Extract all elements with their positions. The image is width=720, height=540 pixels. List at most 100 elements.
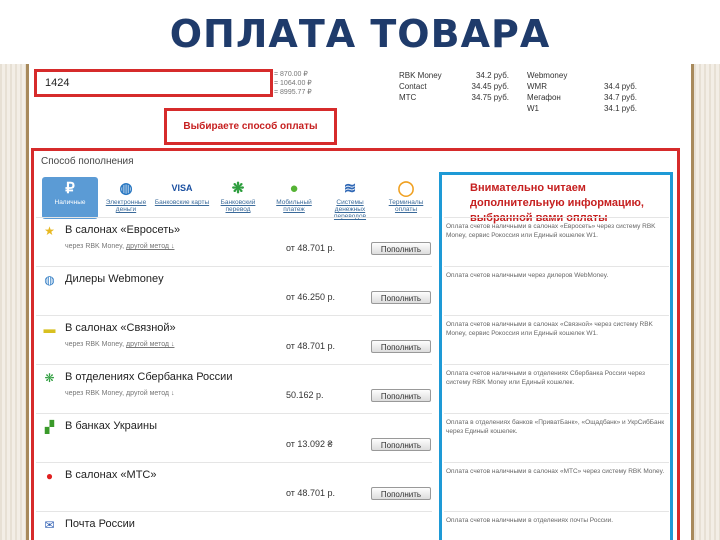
method-label: Мобильный платеж [276,199,312,213]
method-label: Наличные [54,199,86,206]
top-up-button[interactable]: Пополнить [371,340,431,353]
method-tabs: ₽ Наличные ◍ Электронные деньги VISA Банковск… [42,177,434,220]
webmoney-icon: ◍ [44,273,55,287]
payment-option-row: ❋ В отделениях Сбербанка России через RBK … [36,364,432,413]
rate-name: Мегафон [527,93,561,102]
method-tab[interactable]: ≋ Системы денежных переводов [322,177,378,220]
payment-options-list: ★ В салонах «Евросеть» через RBK Money, др… [36,217,432,540]
rate-line: = 870.00 ₽ [274,71,308,78]
option-amount: от 48.701 р. [286,488,335,498]
option-description: Оплата в отделениях банков «ПриватБанк»,… [446,419,665,435]
option-title: В отделениях Сбербанка России [65,371,233,383]
rate-value: 34.1 руб. [603,104,637,113]
payment-option-row: ★ В салонах «Евросеть» через RBK Money, др… [36,217,432,266]
top-up-button[interactable]: Пополнить [371,291,431,304]
top-up-button[interactable]: Пополнить [371,389,431,402]
mts-icon: ● [45,469,54,483]
frame-right-border [691,64,720,540]
payment-option-row: ◍ Дилеры Webmoney от 46.250 р. Пополнить [36,266,432,315]
option-subtitle: через RBK Money, другой метод ↓ [65,243,175,250]
rate-table-left: RBK Money 34.2 руб. Contact 34.45 руб. МТС… [399,70,509,103]
top-up-button[interactable]: Пополнить [371,242,431,255]
option-title: Дилеры Webmoney [65,273,164,285]
other-method-link[interactable]: другой метод ↓ [126,243,174,250]
option-description: Оплата счетов наличными через дилеров We… [446,272,609,279]
ruble-icon: ₽ [65,180,75,197]
rate-name: МТС [399,93,417,102]
option-amount: от 48.701 р. [286,341,335,351]
rate-table-right: Webmoney WMR 34.4 руб. Мегафон 34.7 руб. W… [527,70,637,114]
payment-option-row: ✉ Почта России [36,511,432,540]
option-description: Оплата счетов наличными в салонах «Связн… [446,321,653,337]
divider [444,364,669,365]
method-label: Банковские карты [154,199,210,206]
method-tab[interactable]: ❋ Банковский перевод [210,177,266,219]
rate-value: 34.4 руб. [603,82,637,91]
payment-option-row: ▞ В банках Украины от 13.092 ₴ Пополнить [36,413,432,462]
option-amount: 50.162 р. [286,390,324,400]
sberbank-row-icon: ❋ [44,371,55,385]
rate-value: 34.45 руб. [471,82,510,91]
rate-value: 34.75 руб. [471,93,510,102]
transfer-icon: ≋ [343,180,357,197]
divider [444,462,669,463]
rate-value: 34.2 руб. [475,71,509,80]
method-label: Банковский перевод [220,199,256,213]
divider [444,266,669,267]
svyaznoy-icon: ▬ [43,322,56,336]
option-title: В банках Украины [65,420,158,432]
method-tab[interactable]: ● Мобильный платеж [266,177,322,219]
top-up-button[interactable]: Пополнить [371,487,431,500]
rate-name: Webmoney WMR [527,71,568,91]
rate-line: = 1064.00 ₽ [274,80,312,87]
sms-icon: ● [289,180,299,197]
option-amount: от 46.250 р. [286,292,335,302]
option-amount: от 13.092 ₴ [286,439,333,449]
slide-title: ОПЛАТА ТОВАРА [169,12,551,56]
divider [444,217,669,218]
visa-icon: VISA [171,183,193,193]
method-label: Электронные деньги [105,199,147,213]
option-title: Почта России [65,518,135,530]
euroset-icon: ★ [44,224,55,238]
frame-left-border [0,64,29,540]
rate-name: W1 [527,104,539,113]
post-icon: ✉ [44,518,55,532]
payment-option-row: ● В салонах «МТС» от 48.701 р. Пополнить [36,462,432,511]
option-title: В салонах «Евросеть» [65,224,181,236]
terminal-icon: ◯ [397,180,415,197]
rate-name: Contact [399,82,427,91]
method-label: Терминалы оплаты [388,199,424,213]
privatbank-icon: ▞ [44,420,55,434]
rate-line: = 8995.77 ₽ [274,89,312,96]
rate-name: RBK Money [399,71,442,80]
other-method-link[interactable]: другой метод ↓ [126,341,174,348]
option-subtitle: через RBK Money, другой метод ↓ [65,341,175,348]
globe-icon: ◍ [119,180,133,197]
sberbank-icon: ❋ [231,180,245,197]
conversion-rates: = 870.00 ₽ = 1064.00 ₽ = 8995.77 ₽ [274,70,312,97]
divider [444,511,669,512]
method-tab[interactable]: ₽ Наличные [42,177,98,219]
choose-method-annotation: Выбираете способ оплаты [164,108,337,145]
method-tab[interactable]: ◍ Электронные деньги [98,177,154,219]
option-description: Оплата счетов наличными в салонах «Еврос… [446,223,656,239]
payment-screen: 1424 = 870.00 ₽ = 1064.00 ₽ = 8995.77 ₽ … [29,64,691,540]
option-subtitle: через RBK Money, другой метод ↓ [65,390,175,397]
option-title: В салонах «Связной» [65,322,176,334]
method-tab[interactable]: ◯ Терминалы оплаты [378,177,434,219]
payment-option-row: ▬ В салонах «Связной» через RBK Money, дру… [36,315,432,364]
divider [444,315,669,316]
rate-value: 34.7 руб. [603,93,637,102]
option-description: Оплата счетов наличными в отделениях поч… [446,517,614,524]
option-title: В салонах «МТС» [65,469,157,481]
top-up-button[interactable]: Пополнить [371,438,431,451]
section-title: Способ пополнения [41,156,134,167]
option-description: Оплата счетов наличными в салонах «МТС» … [446,468,665,475]
payment-methods-panel: Способ пополнения ₽ Наличные ◍ Электронные … [31,148,680,540]
account-value: 1424 [45,77,70,89]
option-description: Оплата счетов наличными в отделениях Сбе… [446,370,646,386]
method-tab[interactable]: VISA Банковские карты [154,177,210,219]
account-input-highlight[interactable]: 1424 [34,69,273,97]
option-amount: от 48.701 р. [286,243,335,253]
